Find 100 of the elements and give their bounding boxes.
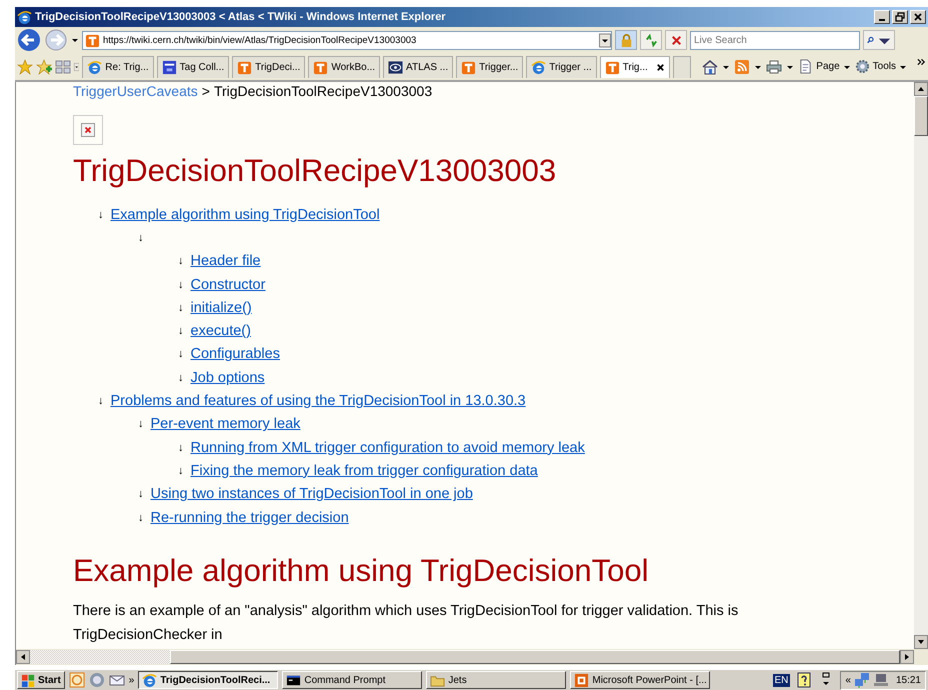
toc-arrow: ↓ <box>178 278 184 291</box>
stop-button[interactable] <box>665 30 687 50</box>
twiki-icon <box>237 60 252 74</box>
toc-link[interactable]: Job options <box>190 370 265 386</box>
toc-arrow: ↓ <box>138 418 144 430</box>
scroll-thumb[interactable] <box>914 96 928 136</box>
close-icon <box>912 12 924 22</box>
url-text: https://twiki.cern.ch/twiki/bin/view/Atlas/TrigDecisionToolRecipeV13003003 <box>103 34 418 46</box>
browser-tab[interactable]: Trigger... <box>456 56 524 78</box>
browser-e-icon <box>142 672 158 688</box>
browser-tab[interactable]: Tag Coll... <box>156 56 230 78</box>
breadcrumb-current: TrigDecisionToolRecipeV13003003 <box>214 83 432 99</box>
start-button[interactable]: Start <box>17 671 65 689</box>
toc-arrow: ↓ <box>98 208 104 221</box>
scroll-left-icon[interactable] <box>16 650 30 664</box>
toc-arrow: ↓ <box>138 488 144 500</box>
section-heading: Example algorithm using TrigDecisionTool <box>73 553 650 590</box>
breadcrumb-separator: > <box>202 83 210 99</box>
toc-link[interactable]: Running from XML trigger configuration to avoid memory leak <box>190 440 585 456</box>
favorites-star-icon[interactable] <box>17 58 33 74</box>
back-button[interactable] <box>17 28 41 52</box>
vertical-scrollbar[interactable] <box>914 82 928 649</box>
toc-link[interactable]: Per-event memory leak <box>150 416 300 432</box>
clock-time: 15:21 <box>896 674 921 686</box>
help-icon[interactable] <box>796 672 812 688</box>
gear-icon <box>854 59 870 74</box>
close-tab-icon[interactable] <box>656 62 665 72</box>
command-menu-button[interactable]: Tools <box>854 59 907 74</box>
toc-link[interactable]: Example algorithm using TrigDecisionTool <box>110 206 380 223</box>
toc-arrow: ↓ <box>178 348 184 360</box>
quick-tabs-icon[interactable] <box>55 58 71 74</box>
close-button[interactable] <box>910 10 926 24</box>
breadcrumb-link[interactable]: TriggerUserCaveats <box>73 83 198 99</box>
toc-link[interactable]: execute() <box>190 323 251 340</box>
toc-arrow: ↓ <box>138 512 144 524</box>
broken-image-icon <box>73 115 103 145</box>
browser-tab[interactable]: Trigger ... <box>526 56 597 78</box>
slides-app-icon <box>574 672 590 688</box>
address-field[interactable]: https://twiki.cern.ch/twiki/bin/view/Atlas/TrigDecisionToolRecipeV13003003 <box>82 30 612 50</box>
taskbar-button[interactable]: TrigDecisionToolReci... <box>138 671 278 689</box>
twiki-icon <box>313 60 328 74</box>
twiki-icon <box>461 60 476 74</box>
search-button[interactable] <box>863 30 895 50</box>
toc-link[interactable]: Fixing the memory leak from trigger configuration data <box>190 462 538 479</box>
taskbar-button[interactable]: Jets <box>426 671 566 689</box>
restore-icon <box>894 12 906 22</box>
dropdown-caret-icon[interactable] <box>599 32 611 48</box>
toc-link[interactable]: Problems and features of using the TrigDecisionTool in 13.0.30.3 <box>110 393 526 410</box>
toc-link[interactable]: Header file <box>190 253 261 270</box>
home-icon[interactable] <box>702 58 718 74</box>
scroll-right-icon[interactable] <box>900 650 914 664</box>
window-title: TrigDecisionToolRecipeV13003003 < Atlas < TWiki - Windows Internet Explorer <box>35 11 447 23</box>
refresh-arrows-icon <box>644 32 658 48</box>
printer-icon[interactable] <box>766 58 782 74</box>
toc-arrow: ↓ <box>178 464 184 477</box>
toc-arrow: ↓ <box>178 302 184 314</box>
toc-link[interactable]: Re-running the trigger decision <box>150 510 349 526</box>
taskbar-button[interactable]: Command Prompt <box>282 671 422 689</box>
minimize-button[interactable] <box>874 10 890 24</box>
toc-arrow: ↓ <box>178 442 184 454</box>
toc-link[interactable]: Using two instances of TrigDecisionTool in one job <box>150 486 473 502</box>
restore-button[interactable] <box>892 10 908 24</box>
more-chevron-icon[interactable] <box>917 58 926 66</box>
browser-tab[interactable]: TrigDeci... <box>232 56 306 78</box>
toc-arrow: ↓ <box>178 372 184 384</box>
twiki-icon <box>604 60 620 74</box>
search-field[interactable]: Live Search <box>690 30 860 50</box>
dropdown-caret-icon[interactable] <box>71 36 79 44</box>
browser-tab[interactable]: Trig... <box>600 56 670 78</box>
language-indicator[interactable]: EN <box>772 674 790 686</box>
paragraph: There is an example of an "analysis" algorithm which uses TrigDecisionTool for trigger validation. This is TrigDecisionChecker in <box>73 602 740 646</box>
browser-tab[interactable]: WorkBo... <box>308 56 380 78</box>
page-icon <box>798 59 814 74</box>
laptop-icon[interactable] <box>872 672 889 688</box>
network-icon[interactable] <box>854 672 870 688</box>
taskbar-button[interactable]: Microsoft PowerPoint - [... <box>570 671 710 689</box>
toc-link[interactable]: initialize() <box>190 300 252 316</box>
add-favorite-icon[interactable] <box>36 58 52 74</box>
toc-link[interactable]: Constructor <box>190 276 266 293</box>
scroll-down-icon[interactable] <box>914 635 928 649</box>
toc-arrow: ↓ <box>178 325 184 338</box>
page-title: TrigDecisionToolRecipeV13003003 <box>73 153 558 189</box>
scroll-up-icon[interactable] <box>914 82 928 96</box>
browser-e-icon <box>17 10 32 24</box>
refresh-button[interactable] <box>640 30 662 50</box>
windows-flag-icon <box>21 672 36 688</box>
more-chevron[interactable]: » <box>128 674 134 686</box>
horizontal-scrollbar[interactable] <box>15 649 928 665</box>
minimize-icon <box>879 19 885 21</box>
browser-tab[interactable]: ATLAS ... <box>383 56 454 78</box>
toc-arrow: ↓ <box>178 255 184 268</box>
browser-e-icon <box>531 60 546 74</box>
twiki-icon <box>85 32 100 48</box>
browser-tab[interactable]: Re: Trig... <box>82 56 154 78</box>
toc-link[interactable]: Configurables <box>190 346 280 362</box>
command-menu-button[interactable]: Page <box>798 59 851 74</box>
expand-tray-chevron[interactable]: « <box>845 674 851 686</box>
toc-arrow: ↓ <box>138 232 144 244</box>
browser-e-icon <box>87 60 102 74</box>
scroll-thumb[interactable] <box>170 650 900 664</box>
